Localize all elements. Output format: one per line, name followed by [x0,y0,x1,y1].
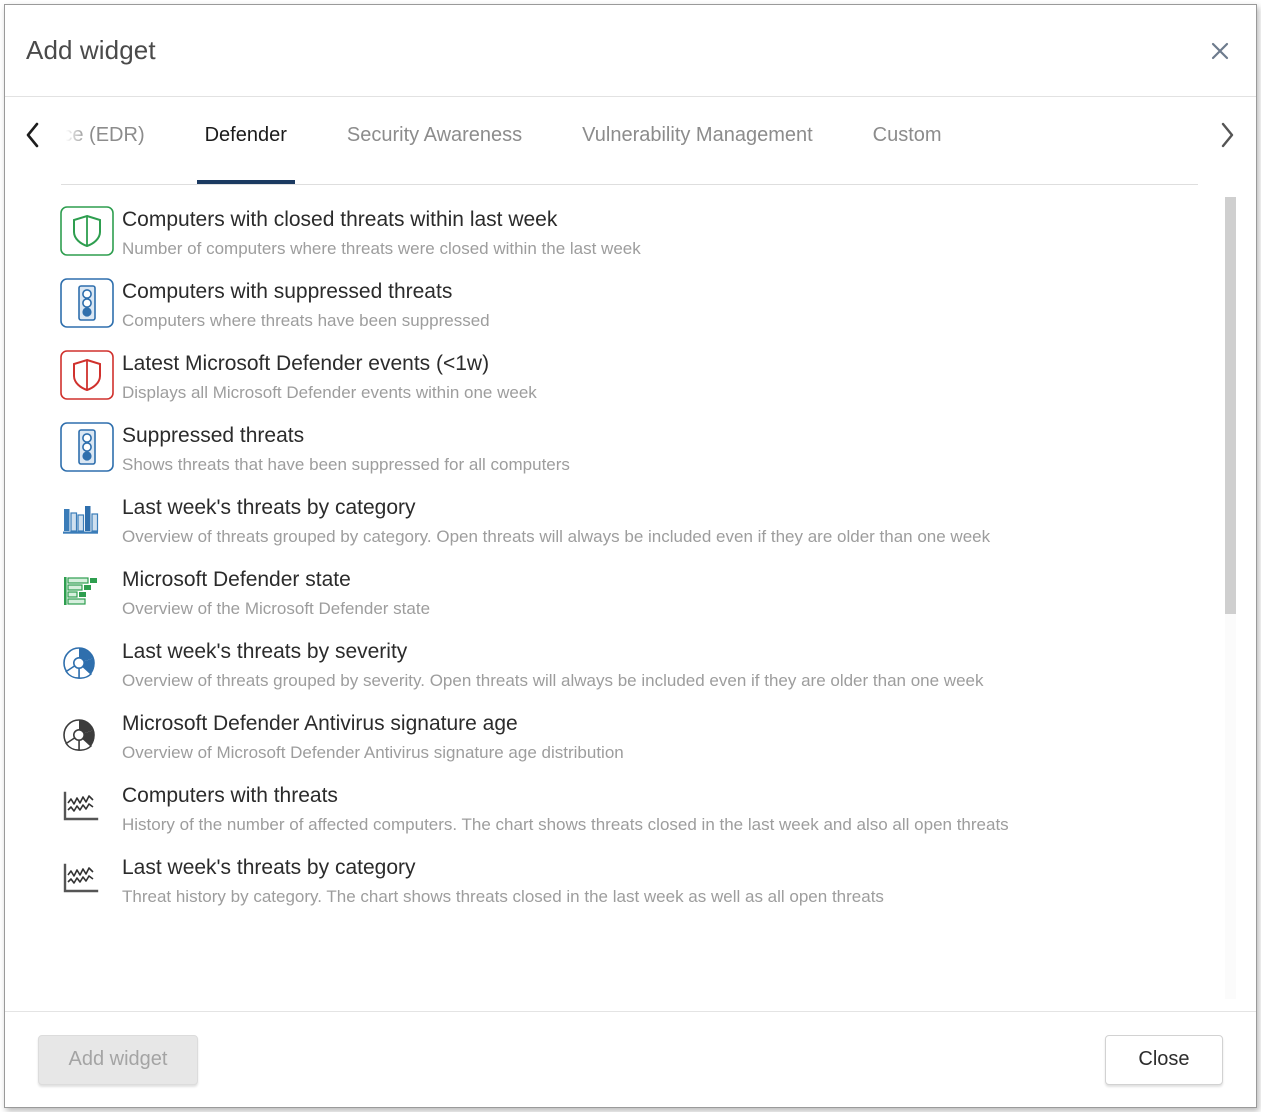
donut-chart-gray-icon [60,709,122,759]
list-scrollbar-thumb[interactable] [1225,197,1236,615]
donut-chart-blue-icon [60,637,122,687]
list-item-title: Latest Microsoft Defender events (<1w) [122,352,490,375]
list-item-texts: Microsoft Defender state Overview of the… [122,565,1212,621]
horizontal-bar-chart-icon [60,565,122,615]
list-item[interactable]: Computers with threats History of the nu… [60,781,1212,849]
list-item[interactable]: Computers with closed threats within las… [60,205,1212,273]
tabs-scroll-left-button[interactable] [5,97,61,185]
tab-label: Custom [872,124,942,146]
list-item-title: Computers with threats [122,784,338,807]
list-item-texts: Last week's threats by category Threat h… [122,853,1212,909]
list-item-description: Overview of Microsoft Defender Antivirus… [122,743,624,762]
tab-endpoint-compliance-edr[interactable]: & Compliance (EDR) [61,97,175,184]
shield-boxed-green-icon [60,205,122,256]
list-item-description: Threat history by category. The chart sh… [122,887,884,906]
tab-label: Vulnerability Management [582,124,813,146]
list-item-description: Computers where threats have been suppre… [122,311,490,330]
traffic-light-boxed-blue-icon [60,421,122,472]
shield-boxed-red-icon [60,349,122,400]
list-item-title: Suppressed threats [122,424,305,447]
bar-chart-icon [60,493,122,543]
tab-custom[interactable]: Custom [843,97,972,184]
tab-vulnerability-management[interactable]: Vulnerability Management [552,97,843,184]
page-title: Add widget [26,35,156,65]
list-item-title: Microsoft Defender state [122,568,351,591]
list-item-description: Overview of the Microsoft Defender state [122,599,431,618]
close-button-label: Close [1138,1048,1190,1070]
list-item[interactable]: Suppressed threats Shows threats that ha… [60,421,1212,489]
list-item-texts: Last week's threats by severity Overview… [122,637,1212,693]
list-item-texts: Microsoft Defender Antivirus signature a… [122,709,1212,765]
list-item[interactable]: Last week's threats by category Threat h… [60,853,1212,921]
list-item-title: Microsoft Defender Antivirus signature a… [122,712,518,735]
tabs-row: & Compliance (EDR) Defender Security Awa… [61,97,1198,184]
tab-label: Defender [204,124,287,146]
list-item-description: Displays all Microsoft Defender events w… [122,383,537,402]
list-item-texts: Last week's threats by category Overview… [122,493,1212,549]
list-item[interactable]: Last week's threats by category Overview… [60,493,1212,561]
tab-label: Security Awareness [346,124,523,146]
dialog-footer: Add widget Close [5,1011,1256,1107]
tabs-window: & Compliance (EDR) Defender Security Awa… [61,97,1198,185]
list-item-description: Number of computers where threats were c… [122,239,641,258]
add-widget-button[interactable]: Add widget [38,1034,198,1085]
list-item-description: History of the number of affected comput… [122,815,1009,834]
traffic-light-boxed-blue-icon [60,277,122,328]
line-chart-icon [60,853,122,903]
list-item-texts: Suppressed threats Shows threats that ha… [122,421,1212,477]
tab-defender[interactable]: Defender [175,97,317,184]
widget-list-container: Computers with closed threats within las… [5,185,1256,1011]
list-item-title: Last week's threats by category [122,496,416,519]
tab-label: & Compliance (EDR) [61,124,145,146]
line-chart-icon [60,781,122,831]
list-scrollbar[interactable] [1225,197,1236,999]
list-item[interactable]: Microsoft Defender Antivirus signature a… [60,709,1212,777]
list-item-texts: Computers with closed threats within las… [122,205,1212,261]
list-item-title: Computers with closed threats within las… [122,208,558,231]
list-item-description: Shows threats that have been suppressed … [122,455,570,474]
dialog-header: Add widget [5,5,1256,97]
list-item-title: Computers with suppressed threats [122,280,453,303]
list-item-description: Overview of threats grouped by category.… [122,527,991,546]
list-item-title: Last week's threats by severity [122,640,408,663]
close-icon[interactable] [1205,36,1235,66]
list-item-texts: Computers with suppressed threats Comput… [122,277,1212,333]
list-item-title: Last week's threats by category [122,856,416,879]
tabs-scroll-right-button[interactable] [1198,97,1256,185]
list-item[interactable]: Computers with suppressed threats Comput… [60,277,1212,345]
tab-strip: & Compliance (EDR) Defender Security Awa… [5,97,1256,185]
add-widget-dialog: Add widget & Compliance (EDR) Defender [4,4,1257,1108]
tabs-left-divider [61,111,62,168]
add-widget-button-label: Add widget [68,1048,168,1070]
close-button[interactable]: Close [1105,1034,1223,1085]
list-item[interactable]: Microsoft Defender state Overview of the… [60,565,1212,633]
tab-security-awareness[interactable]: Security Awareness [317,97,552,184]
widget-list: Computers with closed threats within las… [5,205,1256,921]
list-item-texts: Latest Microsoft Defender events (<1w) D… [122,349,1212,405]
list-item-texts: Computers with threats History of the nu… [122,781,1212,837]
list-item[interactable]: Latest Microsoft Defender events (<1w) D… [60,349,1212,417]
list-item-description: Overview of threats grouped by severity.… [122,671,984,690]
list-item[interactable]: Last week's threats by severity Overview… [60,637,1212,705]
